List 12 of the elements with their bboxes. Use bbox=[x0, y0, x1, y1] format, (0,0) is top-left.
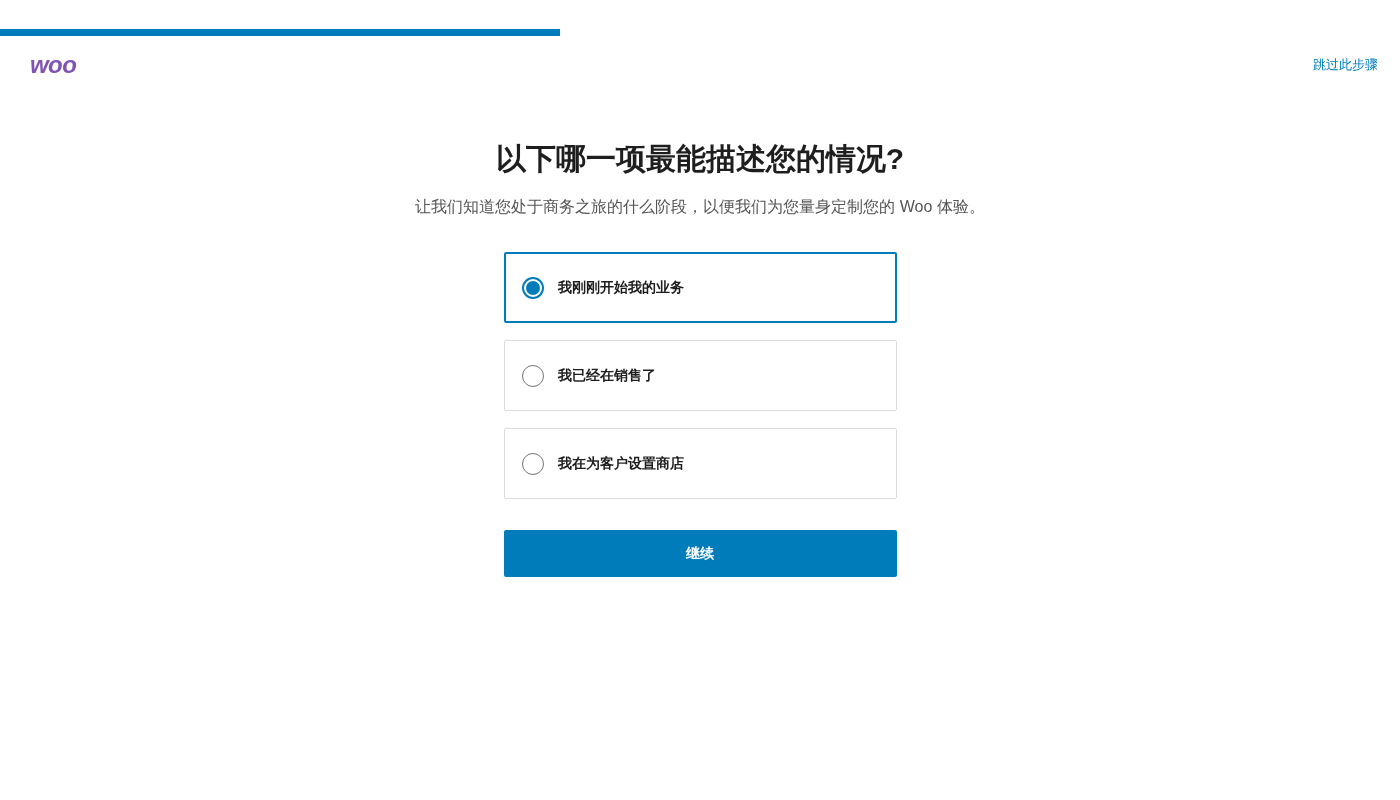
option-label: 我刚刚开始我的业务 bbox=[557, 278, 684, 297]
option-label: 我已经在销售了 bbox=[557, 366, 656, 385]
continue-button[interactable]: 继续 bbox=[503, 530, 897, 577]
radio-button[interactable] bbox=[521, 276, 544, 299]
woo-logo: woo bbox=[29, 53, 78, 77]
skip-link[interactable]: 跳过此步骤 bbox=[1313, 55, 1378, 75]
option-card[interactable]: 我刚刚开始我的业务 bbox=[503, 252, 897, 323]
option-card[interactable]: 我在为客户设置商店 bbox=[503, 428, 897, 499]
page-title: 以下哪一项最能描述您的情况? bbox=[495, 141, 905, 177]
option-label: 我在为客户设置商店 bbox=[557, 454, 684, 473]
option-card[interactable]: 我已经在销售了 bbox=[503, 340, 897, 411]
page-subtitle: 让我们知道您处于商务之旅的什么阶段，以便我们为您量身定制您的 Woo 体验。 bbox=[415, 197, 985, 217]
